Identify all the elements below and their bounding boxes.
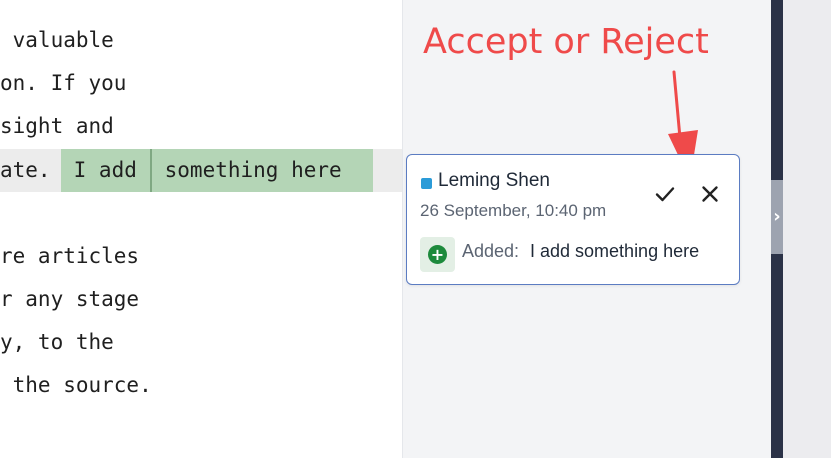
close-icon (702, 186, 718, 202)
right-edge-area (783, 0, 831, 458)
annotation-label: Accept or Reject (423, 22, 709, 62)
editor-line[interactable] (0, 192, 402, 235)
editor-line-text: valuable (0, 28, 114, 52)
author-color-swatch (421, 178, 432, 189)
check-icon (655, 187, 675, 202)
editor-line-text: re articles (0, 244, 140, 268)
change-content: I add something here (530, 241, 700, 261)
plus-glyph: + (428, 245, 447, 264)
reject-change-button[interactable] (697, 181, 723, 207)
tracked-insertion-text: something here (152, 158, 342, 182)
editor-line[interactable]: re articles (0, 235, 402, 278)
editor-line-text: y, to the (0, 330, 114, 354)
editor-line[interactable]: the source. (0, 364, 402, 407)
text-cursor (150, 149, 152, 192)
editor-line[interactable]: y, to the (0, 321, 402, 364)
plus-circle-icon: + (420, 237, 455, 272)
tracked-insertion-highlight[interactable]: I add something here (61, 149, 373, 192)
editor-line-text: on. If you (0, 71, 127, 95)
chevron-right-icon[interactable]: › (771, 180, 783, 254)
tracked-insertion-text: I add (61, 158, 137, 182)
accept-change-button[interactable] (652, 181, 678, 207)
editor-line[interactable]: sight and (0, 105, 402, 148)
change-type-label: Added: (462, 241, 520, 261)
document-editor[interactable]: valuable on. If you sight and ate. I add… (0, 0, 402, 458)
editor-line[interactable]: on. If you (0, 62, 402, 105)
panel-gutter (748, 0, 771, 458)
editor-line-text: the source. (0, 373, 152, 397)
editor-line-text: r any stage (0, 287, 140, 311)
toggle-glyph: › (773, 206, 781, 227)
editor-line[interactable]: valuable (0, 19, 402, 62)
change-author: Leming Shen (438, 170, 550, 191)
editor-line-text: ate. (0, 158, 64, 182)
editor-line[interactable]: r any stage (0, 278, 402, 321)
editor-line-text: sight and (0, 114, 114, 138)
tracked-change-card[interactable]: Leming Shen 26 September, 10:40 pm + Add… (406, 154, 740, 285)
editor-line-active[interactable]: ate. I add something here (0, 149, 402, 192)
change-timestamp: 26 September, 10:40 pm (420, 201, 607, 220)
